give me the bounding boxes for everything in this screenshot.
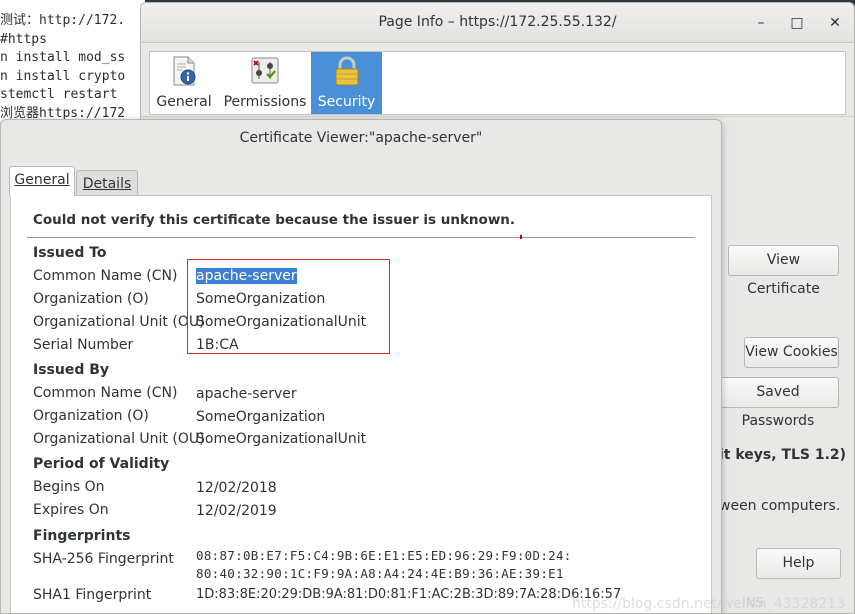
issued-to-cn-label: Common Name (CN) bbox=[33, 268, 178, 284]
saved-passwords-label: Saved Passwords bbox=[741, 384, 815, 429]
verification-warning: Could not verify this certificate becaus… bbox=[33, 212, 516, 228]
terminal-line: 测试：http://172. bbox=[0, 13, 126, 28]
tab-cert-details-label: Details bbox=[82, 176, 132, 192]
terminal-line: n install crypto bbox=[0, 68, 126, 84]
minimize-button[interactable]: – bbox=[751, 13, 771, 33]
lock-icon bbox=[335, 56, 358, 86]
certificate-viewer-window: Certificate Viewer:"apache-server" Gener… bbox=[0, 119, 722, 614]
encryption-info-text: ween computers. bbox=[719, 498, 841, 514]
issued-by-ou-value[interactable]: SomeOrganizationalUnit bbox=[196, 431, 366, 447]
validity-heading: Period of Validity bbox=[33, 456, 170, 472]
maximize-button[interactable]: □ bbox=[787, 13, 807, 33]
issued-by-o-label: Organization (O) bbox=[33, 408, 149, 424]
tab-security[interactable]: Security bbox=[311, 52, 382, 114]
terminal-line: #https bbox=[0, 31, 47, 47]
issued-by-ou-label: Organizational Unit (OU) bbox=[33, 431, 205, 447]
tab-permissions[interactable]: Permissions bbox=[222, 52, 308, 114]
tab-general-label: General bbox=[156, 94, 212, 110]
tab-security-label: Security bbox=[317, 94, 376, 110]
sha1-value[interactable]: 1D:83:8E:20:29:DB:9A:81:D0:81:F1:AC:2B:3… bbox=[196, 587, 621, 602]
issued-to-heading: Issued To bbox=[33, 245, 107, 261]
watermark: https://blog.csdn.net/weixin_43328213 bbox=[571, 596, 845, 612]
issued-by-o-value[interactable]: SomeOrganization bbox=[196, 409, 325, 425]
page-info-icon bbox=[173, 56, 196, 86]
saved-passwords-button[interactable]: Saved Passwords bbox=[717, 377, 839, 429]
tab-general[interactable]: General bbox=[154, 52, 214, 114]
issued-to-ou-label: Organizational Unit (OU) bbox=[33, 314, 205, 330]
terminal-line: stemctl restart bbox=[0, 87, 118, 102]
certificate-general-panel: Could not verify this certificate becaus… bbox=[10, 195, 712, 613]
begins-on-value[interactable]: 12/02/2018 bbox=[196, 480, 277, 496]
background-terminal: 测试：http://172. #https n install mod_ss n… bbox=[0, 0, 145, 125]
certificate-viewer-title: Certificate Viewer:"apache-server" bbox=[239, 130, 483, 146]
tab-permissions-label: Permissions bbox=[223, 94, 307, 110]
issued-by-cn-value[interactable]: apache-server bbox=[196, 386, 297, 402]
view-certificate-label: View Certificate bbox=[747, 252, 820, 297]
begins-on-label: Begins On bbox=[33, 479, 105, 495]
page-info-titlebar[interactable]: Page Info – https://172.25.55.132/ – □ ✕ bbox=[141, 3, 854, 43]
sha256-value-line1[interactable]: 08:87:0B:E7:F5:C4:9B:6E:E1:E5:ED:96:29:F… bbox=[196, 548, 572, 563]
issued-by-heading: Issued By bbox=[33, 362, 110, 378]
sha256-value-line2[interactable]: 80:40:32:90:1C:F9:9A:A8:A4:24:4E:B9:36:A… bbox=[196, 566, 564, 581]
page-info-title: Page Info – https://172.25.55.132/ bbox=[378, 14, 617, 30]
help-button[interactable]: Help bbox=[756, 548, 841, 579]
encryption-details-text: it keys, TLS 1.2) bbox=[719, 447, 847, 463]
terminal-line: n install mod_ss bbox=[0, 50, 126, 65]
annotation-mark bbox=[520, 235, 522, 239]
serial-number-label: Serial Number bbox=[33, 337, 134, 353]
expires-on-value[interactable]: 12/02/2019 bbox=[196, 503, 277, 519]
page-info-divider bbox=[141, 116, 854, 117]
view-certificate-button[interactable]: View Certificate bbox=[728, 245, 839, 297]
view-cookies-button[interactable]: View Cookies bbox=[744, 337, 839, 368]
help-label: Help bbox=[782, 555, 815, 571]
tab-cert-details[interactable]: Details bbox=[76, 170, 138, 198]
view-cookies-label: View Cookies bbox=[745, 344, 838, 360]
tab-cert-general[interactable]: General bbox=[9, 166, 75, 196]
permissions-icon bbox=[251, 57, 279, 84]
fingerprints-heading: Fingerprints bbox=[33, 528, 131, 544]
expires-on-label: Expires On bbox=[33, 502, 109, 518]
issued-to-o-label: Organization (O) bbox=[33, 291, 149, 307]
divider bbox=[27, 237, 695, 238]
page-info-tabbar: General Permissions Security bbox=[149, 51, 846, 115]
sha1-label: SHA1 Fingerprint bbox=[33, 587, 152, 603]
highlight-box bbox=[187, 259, 390, 354]
issued-by-cn-label: Common Name (CN) bbox=[33, 385, 178, 401]
close-button[interactable]: ✕ bbox=[825, 13, 845, 33]
sha256-label: SHA-256 Fingerprint bbox=[33, 551, 174, 567]
tab-cert-general-label: General bbox=[14, 172, 70, 188]
